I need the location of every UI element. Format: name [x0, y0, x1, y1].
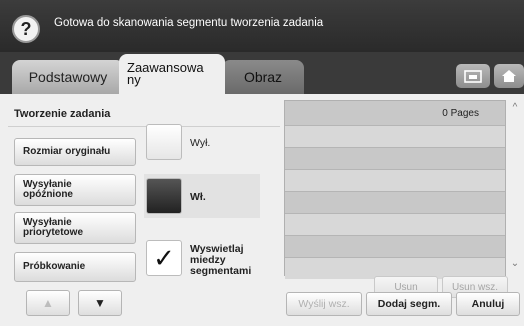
sampling-button[interactable]: Próbkowanie [14, 252, 136, 282]
scroll-up-icon[interactable]: ^ [508, 102, 522, 116]
delayed-send-button[interactable]: Wysyłanie opóźnione [14, 174, 136, 206]
page-up-button[interactable]: ▲ [26, 290, 70, 316]
pages-count: 0 Pages [442, 107, 479, 119]
list-item[interactable] [285, 125, 505, 147]
help-icon[interactable]: ? [12, 15, 40, 43]
on-option-label: Wł. [190, 191, 206, 203]
page-down-button[interactable]: ▼ [78, 290, 122, 316]
arrow-down-icon: ▼ [94, 296, 106, 310]
list-item[interactable] [285, 191, 505, 213]
checkmark-icon: ✓ [153, 242, 175, 273]
arrow-up-icon: ▲ [42, 296, 54, 310]
home-icon[interactable] [494, 64, 524, 88]
original-size-label: Rozmiar oryginału [23, 146, 111, 157]
show-between-segments-text: Wyswietlaj miedzy segmentami [190, 243, 252, 277]
show-between-segments-label: Wyswietlaj miedzy segmentami [190, 244, 251, 277]
pages-list[interactable]: 0 Pages [284, 100, 506, 279]
list-item[interactable] [285, 235, 505, 257]
tab-bar: Podstawowy Zaawansowa ny Obraz [0, 52, 524, 94]
delayed-send-label: Wysyłanie opóźnione [23, 179, 73, 200]
divider [8, 126, 280, 127]
send-all-button[interactable]: Wyślij wsz. [286, 292, 362, 316]
show-between-segments-checkbox[interactable]: ✓ [146, 240, 182, 276]
sampling-label: Próbkowanie [23, 261, 86, 272]
cancel-button[interactable]: Anuluj [456, 292, 520, 316]
list-item[interactable] [285, 169, 505, 191]
tab-basic[interactable]: Podstawowy [12, 60, 124, 94]
tab-image[interactable]: Obraz [222, 60, 304, 94]
section-title: Tworzenie zadania [14, 108, 111, 120]
status-bar: ? Gotowa do skanowania segmentu tworzeni… [0, 0, 524, 52]
off-option-label: Wył. [190, 137, 211, 149]
scroll-down-icon[interactable]: ⌄ [508, 258, 522, 272]
tab-advanced-label: Zaawansowa ny [127, 60, 204, 87]
status-message: Gotowa do skanowania segmentu tworzenia … [54, 17, 324, 29]
main-panel: Tworzenie zadania Rozmiar oryginału Wysy… [0, 94, 524, 326]
job-status-icon[interactable] [456, 64, 490, 88]
on-option[interactable] [146, 178, 182, 214]
add-segment-button[interactable]: Dodaj segm. [366, 292, 452, 316]
list-item[interactable] [285, 147, 505, 169]
off-option[interactable] [146, 124, 182, 160]
priority-send-label: Wysyłanie priorytetowe [23, 217, 84, 238]
list-item[interactable] [285, 213, 505, 235]
original-size-button[interactable]: Rozmiar oryginału [14, 138, 136, 166]
tab-advanced[interactable]: Zaawansowa ny [119, 54, 225, 94]
priority-send-button[interactable]: Wysyłanie priorytetowe [14, 212, 136, 244]
